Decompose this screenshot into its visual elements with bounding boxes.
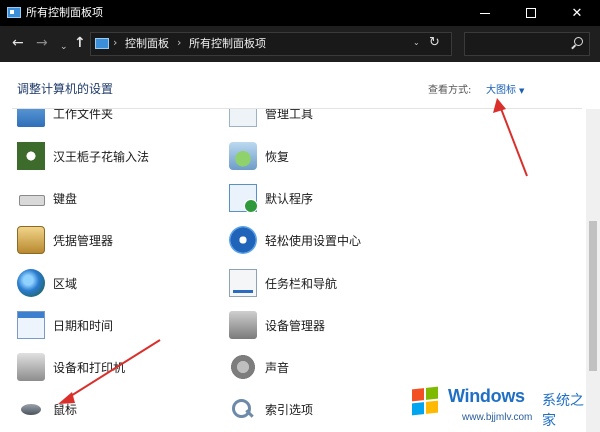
forward-arrow-icon[interactable]: →: [36, 34, 48, 52]
item-label: 管理工具: [265, 109, 314, 121]
site-watermark: Windows 系统之家 www.bjjmlv.com: [410, 382, 596, 429]
windows-logo-icon: [412, 386, 438, 416]
item-label: 凭据管理器: [53, 233, 114, 248]
close-button[interactable]: ✕: [554, 0, 600, 26]
address-dropdown-chevron-icon[interactable]: ⌄: [413, 38, 420, 47]
item-hanwang-input[interactable]: 汉王栀子花输入法: [17, 142, 149, 170]
close-icon: ✕: [571, 5, 583, 21]
ease-of-access-icon: [229, 226, 257, 254]
item-ease-of-access[interactable]: 轻松使用设置中心: [229, 226, 361, 254]
control-panel-icon: [7, 7, 21, 18]
item-credential-manager[interactable]: 凭据管理器: [17, 226, 113, 254]
recent-locations-chevron-icon[interactable]: ⌄: [60, 38, 68, 56]
item-label: 设备管理器: [265, 318, 326, 333]
breadcrumb-separator[interactable]: ›: [177, 36, 181, 49]
dropdown-caret-icon[interactable]: ▼: [519, 87, 524, 95]
title-bar: 所有控制面板项 ✕: [0, 0, 600, 26]
item-sound[interactable]: 声音: [229, 353, 289, 381]
admin-tools-icon: [229, 109, 257, 127]
calendar-clock-icon: [17, 311, 45, 339]
item-date-time[interactable]: 日期和时间: [17, 311, 113, 339]
item-admin-tools[interactable]: 管理工具: [229, 109, 313, 127]
search-icon[interactable]: [574, 37, 583, 46]
minimize-icon: [480, 12, 490, 14]
item-keyboard[interactable]: 键盘: [17, 184, 77, 212]
item-label: 工作文件夹: [53, 109, 114, 121]
item-label: 区域: [53, 276, 78, 291]
item-label: 设备和打印机: [53, 360, 126, 375]
input-method-icon: [17, 142, 45, 170]
taskbar-icon: [229, 269, 257, 297]
item-devices-printers[interactable]: 设备和打印机: [17, 353, 125, 381]
breadcrumb-all-items[interactable]: 所有控制面板项: [189, 37, 266, 51]
item-region[interactable]: 区域: [17, 269, 77, 297]
printer-icon: [17, 353, 45, 381]
keyboard-icon: [17, 184, 45, 212]
maximize-icon: [526, 8, 536, 18]
maximize-button[interactable]: [508, 0, 554, 26]
item-label: 任务栏和导航: [265, 276, 338, 291]
window-title: 所有控制面板项: [26, 6, 103, 19]
item-label: 声音: [265, 360, 290, 375]
page-heading: 调整计算机的设置: [17, 82, 114, 96]
minimize-button[interactable]: [462, 0, 508, 26]
item-taskbar-navigation[interactable]: 任务栏和导航: [229, 269, 337, 297]
item-device-manager[interactable]: 设备管理器: [229, 311, 325, 339]
item-mouse[interactable]: 鼠标: [17, 395, 77, 423]
mouse-icon: [17, 395, 45, 423]
speaker-icon: [229, 353, 257, 381]
indexing-magnifier-icon: [229, 395, 257, 423]
item-label: 键盘: [53, 191, 78, 206]
credential-manager-icon: [17, 226, 45, 254]
view-by-dropdown[interactable]: 大图标 ▼: [486, 81, 524, 96]
item-label: 恢复: [265, 149, 290, 164]
watermark-brand: Windows: [448, 386, 525, 406]
back-arrow-icon[interactable]: ←: [12, 34, 24, 52]
work-folders-icon: [17, 109, 45, 127]
item-label: 鼠标: [53, 402, 78, 417]
search-box[interactable]: [464, 32, 590, 56]
view-by-label: 查看方式:: [428, 85, 472, 96]
breadcrumb-control-panel[interactable]: 控制面板: [125, 37, 169, 51]
item-default-programs[interactable]: 默认程序: [229, 184, 314, 213]
up-arrow-icon[interactable]: ↑: [74, 34, 86, 52]
item-label: 汉王栀子花输入法: [53, 149, 150, 164]
recovery-icon: [229, 142, 257, 170]
watermark-url: www.bjjmlv.com: [462, 412, 533, 423]
device-manager-icon: [229, 311, 257, 339]
item-label: 日期和时间: [53, 318, 114, 333]
item-indexing-options[interactable]: 索引选项: [229, 395, 313, 423]
default-programs-icon: [229, 184, 258, 213]
view-by-value[interactable]: 大图标: [486, 85, 516, 96]
item-work-folders[interactable]: 工作文件夹: [17, 109, 113, 127]
region-globe-icon: [17, 269, 45, 297]
item-recovery[interactable]: 恢复: [229, 142, 289, 170]
watermark-suffix: 系统之家: [542, 393, 584, 429]
item-label: 默认程序: [265, 191, 314, 206]
refresh-icon[interactable]: ↻: [429, 35, 440, 50]
breadcrumb-separator[interactable]: ›: [113, 36, 117, 49]
navigation-bar: ← → ⌄ ↑ › 控制面板 › 所有控制面板项 ⌄ ↻: [0, 26, 600, 62]
item-label: 轻松使用设置中心: [265, 233, 362, 248]
control-panel-icon: [95, 38, 109, 49]
item-label: 索引选项: [265, 402, 314, 417]
address-bar[interactable]: › 控制面板 › 所有控制面板项 ⌄ ↻: [90, 32, 452, 56]
scrollbar-thumb[interactable]: [589, 221, 597, 371]
